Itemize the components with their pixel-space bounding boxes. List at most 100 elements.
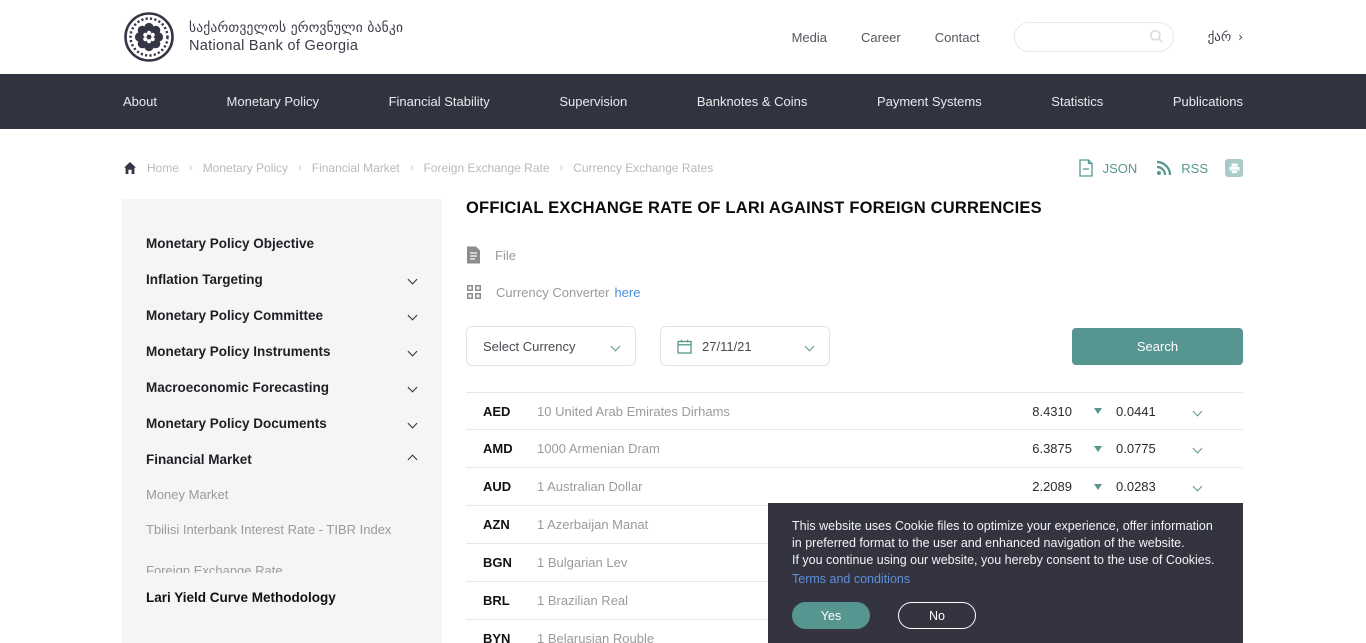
chevron-separator-icon: › (560, 162, 564, 174)
currency-name: 10 United Arab Emirates Dirhams (537, 404, 730, 419)
nav-item-publications[interactable]: Publications (1173, 94, 1243, 109)
breadcrumb-foreign-exchange-rate[interactable]: Foreign Exchange Rate (423, 161, 549, 175)
currency-name: 1 Brazilian Real (537, 593, 628, 608)
nav-item-payment-systems[interactable]: Payment Systems (877, 94, 982, 109)
breadcrumb-currency-exchange-rates[interactable]: Currency Exchange Rates (573, 161, 713, 175)
sidebar-item-label: Foreign Exchange Rate (146, 563, 418, 573)
language-switcher[interactable]: ქარ › (1208, 30, 1243, 45)
chevron-down-icon[interactable] (1193, 406, 1203, 416)
sidebar-menu: Monetary Policy Objective Inflation Targ… (122, 199, 442, 643)
breadcrumb-monetary-policy[interactable]: Monetary Policy (203, 161, 288, 175)
json-file-icon[interactable] (1078, 159, 1094, 177)
chevron-down-icon[interactable] (1193, 482, 1203, 492)
nav-item-banknotes-coins[interactable]: Banknotes & Coins (697, 94, 808, 109)
converter-label: Currency Converter (496, 285, 609, 300)
table-row-aed[interactable]: AED 10 United Arab Emirates Dirhams 8.43… (466, 392, 1243, 430)
nav-item-statistics[interactable]: Statistics (1051, 94, 1103, 109)
brand-title-georgian: საქართველოს ეროვნული ბანკი (189, 20, 403, 36)
printer-icon[interactable] (1225, 159, 1243, 177)
date-picker-value: 27/11/21 (702, 339, 752, 354)
chevron-down-icon (408, 382, 418, 392)
sidebar-item-label: Monetary Policy Objective (146, 236, 314, 251)
sidebar-item-monetary-policy-documents[interactable]: Monetary Policy Documents (122, 405, 442, 441)
currency-rate: 6.3875 (1020, 441, 1072, 456)
table-row-aud[interactable]: AUD 1 Australian Dollar 2.2089 0.0283 (466, 468, 1243, 506)
filter-controls: Select Currency 27/11/21 (466, 326, 1243, 366)
terms-and-conditions-link[interactable]: Terms and conditions (792, 572, 910, 586)
cookie-text-line2: If you continue using our website, you h… (792, 552, 1219, 569)
cookie-text-line1: This website uses Cookie files to optimi… (792, 518, 1219, 552)
brand-logo[interactable]: საქართველოს ეროვნული ბანკი National Bank… (123, 11, 403, 63)
currency-code: AED (483, 404, 537, 419)
breadcrumb-home[interactable]: Home (147, 161, 179, 175)
chevron-right-icon: › (1238, 30, 1243, 44)
sidebar-item-monetary-policy-committee[interactable]: Monetary Policy Committee (122, 297, 442, 333)
table-row-amd[interactable]: AMD 1000 Armenian Dram 6.3875 0.0775 (466, 430, 1243, 468)
cookie-yes-button[interactable]: Yes (792, 602, 870, 629)
json-link[interactable]: JSON (1103, 161, 1138, 176)
chevron-separator-icon: › (298, 162, 302, 174)
sidebar-item-lari-yield-curve[interactable]: Lari Yield Curve Methodology (122, 579, 442, 615)
currency-name: 1 Australian Dollar (537, 479, 643, 494)
currency-rate: 2.2089 (1020, 479, 1072, 494)
chevron-down-icon[interactable] (1193, 444, 1203, 454)
sidebar-item-monetary-policy-objective[interactable]: Monetary Policy Objective (122, 225, 442, 261)
main-navigation: About Monetary Policy Financial Stabilit… (0, 74, 1366, 129)
language-label: ქარ (1208, 30, 1232, 45)
sidebar-item-macroeconomic-forecasting[interactable]: Macroeconomic Forecasting (122, 369, 442, 405)
currency-code: AZN (483, 517, 537, 532)
search-icon[interactable] (1149, 29, 1164, 44)
currency-change: 0.0441 (1116, 404, 1164, 419)
currency-change: 0.0283 (1116, 479, 1164, 494)
home-icon[interactable] (123, 161, 137, 175)
currency-change: 0.0775 (1116, 441, 1164, 456)
nav-item-monetary-policy[interactable]: Monetary Policy (227, 94, 319, 109)
rss-icon[interactable] (1156, 160, 1172, 176)
currency-select[interactable]: Select Currency (466, 326, 636, 366)
header-link-career[interactable]: Career (861, 30, 901, 45)
currency-select-value: Select Currency (483, 339, 575, 354)
chevron-down-icon (408, 310, 418, 320)
chevron-separator-icon: › (189, 162, 193, 174)
breadcrumb-row: Home › Monetary Policy › Financial Marke… (0, 157, 1366, 179)
sidebar-item-label: Inflation Targeting (146, 272, 263, 287)
converter-here-link[interactable]: here (614, 285, 640, 300)
sidebar-item-inflation-targeting[interactable]: Inflation Targeting (122, 261, 442, 297)
chevron-separator-icon: › (410, 162, 414, 174)
chevron-down-icon (611, 341, 621, 351)
header-link-media[interactable]: Media (792, 30, 827, 45)
breadcrumb-financial-market[interactable]: Financial Market (312, 161, 400, 175)
rss-link[interactable]: RSS (1181, 161, 1208, 176)
sidebar-item-foreign-exchange-rate[interactable]: Foreign Exchange Rate (122, 563, 442, 573)
currency-code: BRL (483, 593, 537, 608)
nav-item-about[interactable]: About (123, 94, 157, 109)
nav-item-supervision[interactable]: Supervision (559, 94, 627, 109)
breadcrumb: Home › Monetary Policy › Financial Marke… (123, 161, 713, 175)
chevron-down-icon (408, 274, 418, 284)
nbg-logo-icon (123, 11, 175, 63)
sidebar-item-monetary-policy-instruments[interactable]: Monetary Policy Instruments (122, 333, 442, 369)
currency-code: AMD (483, 441, 537, 456)
sidebar-item-label: Macroeconomic Forecasting (146, 380, 329, 395)
search-button[interactable]: Search (1072, 328, 1243, 365)
file-icon[interactable] (466, 246, 481, 264)
date-picker[interactable]: 27/11/21 (660, 326, 830, 366)
currency-rate: 8.4310 (1020, 404, 1072, 419)
cookie-no-button[interactable]: No (898, 602, 976, 629)
page: საქართველოს ეროვნული ბანკი National Bank… (0, 0, 1366, 643)
currency-code: BGN (483, 555, 537, 570)
sidebar-item-tibr-index[interactable]: Tbilisi Interbank Interest Rate - TIBR I… (122, 512, 442, 547)
cookie-consent-banner: This website uses Cookie files to optimi… (768, 503, 1243, 643)
sidebar-item-money-market[interactable]: Money Market (122, 477, 442, 512)
header-link-contact[interactable]: Contact (935, 30, 980, 45)
sidebar-item-label: Monetary Policy Instruments (146, 344, 331, 359)
sidebar-item-financial-market[interactable]: Financial Market (122, 441, 442, 477)
currency-name: 1 Bulgarian Lev (537, 555, 627, 570)
file-label[interactable]: File (495, 248, 516, 263)
currency-name: 1 Azerbaijan Manat (537, 517, 648, 532)
sidebar-item-label: Tbilisi Interbank Interest Rate - TIBR I… (146, 522, 391, 537)
nav-item-financial-stability[interactable]: Financial Stability (389, 94, 490, 109)
sidebar-item-label: Financial Market (146, 452, 252, 467)
brand-text: საქართველოს ეროვნული ბანკი National Bank… (189, 20, 403, 54)
sidebar-item-label: Money Market (146, 487, 228, 502)
